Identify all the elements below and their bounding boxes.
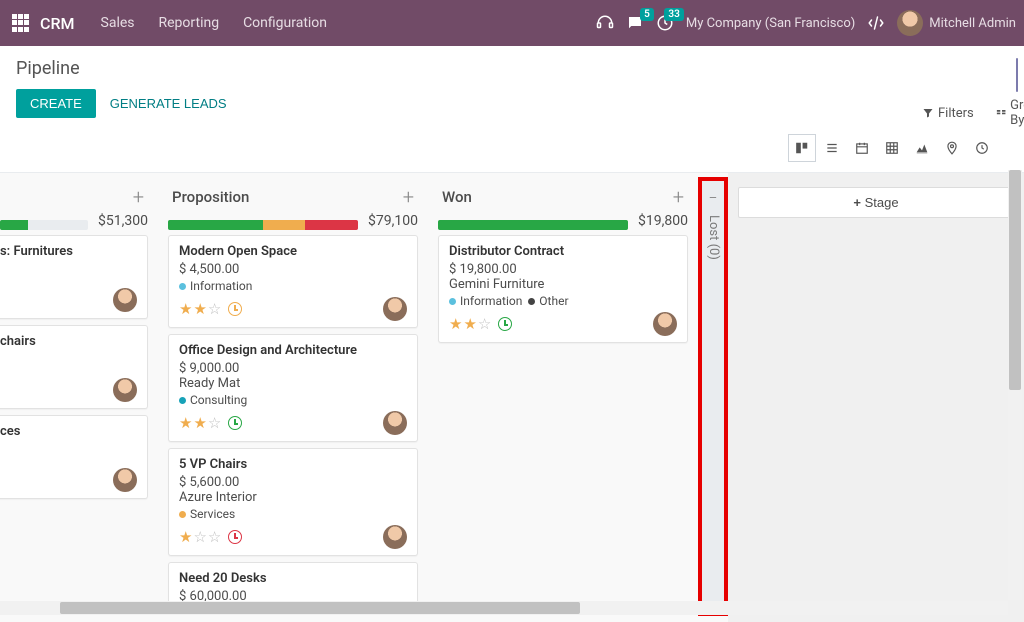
messages-icon[interactable]: 5 — [626, 14, 644, 32]
create-button[interactable]: CREATE — [16, 89, 96, 118]
nav-configuration[interactable]: Configuration — [231, 15, 339, 31]
avatar — [383, 525, 407, 549]
progress-bar — [438, 220, 628, 230]
navbar: CRM Sales Reporting Configuration 5 33 M… — [0, 0, 1024, 46]
kanban-column: + $51,300 s: Furnitures chairs ces — [0, 173, 158, 622]
kanban-card[interactable]: Office Design and Architecture $ 9,000.00… — [168, 334, 418, 442]
view-map[interactable] — [938, 134, 966, 162]
card-company: Gemini Furniture — [449, 277, 677, 292]
card-amount: $ 19,800.00 — [449, 262, 677, 277]
app-brand[interactable]: CRM — [40, 14, 75, 33]
collapsed-label: Lost (0) — [706, 215, 721, 260]
card-title: 5 VP Chairs — [179, 457, 407, 472]
apps-icon[interactable] — [12, 14, 30, 32]
view-kanban[interactable] — [788, 134, 816, 162]
tag-row: Services — [179, 507, 407, 521]
expand-icon: – — [709, 191, 718, 206]
avatar — [383, 297, 407, 321]
view-activity[interactable] — [968, 134, 996, 162]
plus-icon: + — [853, 195, 861, 210]
card-title: ces — [0, 424, 137, 439]
generate-leads-button[interactable]: GENERATE LEADS — [96, 89, 241, 118]
filters-menu[interactable]: Filters — [922, 98, 974, 128]
card-amount: $ 5,600.00 — [179, 475, 407, 490]
column-total: $51,300 — [98, 213, 148, 229]
collapsed-column-lost[interactable]: – Lost (0) — [698, 177, 728, 616]
messages-badge: 5 — [640, 8, 654, 21]
search-facet[interactable]: My Pipeline × — [1016, 58, 1018, 92]
debug-icon[interactable] — [867, 14, 885, 32]
progress-bar — [168, 220, 358, 230]
nav-sales[interactable]: Sales — [89, 15, 147, 31]
card-title: chairs — [0, 334, 137, 349]
card-title: Distributor Contract — [449, 244, 677, 259]
kanban-column: Proposition+ $79,100 Modern Open Space $ 4,… — [158, 173, 428, 622]
kanban-card[interactable]: s: Furnitures — [0, 235, 148, 319]
avatar — [113, 288, 137, 312]
column-title[interactable]: Won — [442, 188, 673, 206]
voip-icon[interactable] — [596, 14, 614, 32]
view-switcher — [788, 134, 1008, 162]
card-company: Ready Mat — [179, 376, 407, 391]
activity-clock-icon[interactable] — [228, 530, 242, 544]
user-menu[interactable]: Mitchell Admin — [897, 10, 1016, 36]
groupby-menu[interactable]: Group By — [996, 98, 1024, 128]
user-name: Mitchell Admin — [929, 16, 1016, 31]
tag-row: Consulting — [179, 393, 407, 407]
priority-stars[interactable]: ★★☆ — [449, 315, 492, 333]
activities-badge: 33 — [664, 8, 683, 21]
tag-row: Information Other — [449, 294, 677, 308]
quick-add-icon[interactable]: + — [673, 185, 684, 209]
card-title: Office Design and Architecture — [179, 343, 407, 358]
kanban-card[interactable]: chairs — [0, 325, 148, 409]
priority-stars[interactable]: ★☆☆ — [179, 528, 222, 546]
control-panel: Pipeline My Pipeline × CREATE GENERATE L… — [0, 46, 1024, 173]
kanban-column: Won+ $19,800 Distributor Contract $ 19,800.… — [428, 173, 698, 622]
vertical-scrollbar[interactable] — [1008, 170, 1022, 600]
card-title: s: Furnitures — [0, 244, 137, 259]
activity-clock-icon[interactable] — [498, 317, 512, 331]
page-title: Pipeline — [16, 58, 80, 79]
avatar — [383, 411, 407, 435]
quick-add-icon[interactable]: + — [403, 185, 414, 209]
avatar — [113, 468, 137, 492]
card-title: Modern Open Space — [179, 244, 407, 259]
tag-row: Information — [179, 279, 407, 293]
progress-bar — [0, 220, 88, 230]
card-company: Azure Interior — [179, 490, 407, 505]
avatar — [653, 312, 677, 336]
add-stage-column: + Stage — [728, 173, 1024, 622]
view-calendar[interactable] — [848, 134, 876, 162]
card-amount: $ 4,500.00 — [179, 262, 407, 277]
kanban-card[interactable]: 5 VP Chairs $ 5,600.00Azure Interior Servi… — [168, 448, 418, 556]
column-total: $79,100 — [368, 213, 418, 229]
quick-add-icon[interactable]: + — [133, 185, 144, 209]
kanban-card[interactable]: Modern Open Space $ 4,500.00 Information ★★… — [168, 235, 418, 328]
activity-clock-icon[interactable] — [228, 416, 242, 430]
card-amount: $ 9,000.00 — [179, 361, 407, 376]
avatar — [113, 378, 137, 402]
view-graph[interactable] — [908, 134, 936, 162]
kanban-card[interactable]: Distributor Contract $ 19,800.00Gemini Fu… — [438, 235, 688, 343]
add-stage-button[interactable]: + Stage — [738, 187, 1014, 218]
company-switcher[interactable]: My Company (San Francisco) — [686, 16, 855, 31]
priority-stars[interactable]: ★★☆ — [179, 414, 222, 432]
activity-clock-icon[interactable] — [228, 302, 242, 316]
nav-reporting[interactable]: Reporting — [147, 15, 232, 31]
horizontal-scrollbar[interactable] — [0, 601, 1008, 615]
column-title[interactable]: Proposition — [172, 188, 403, 206]
priority-stars[interactable]: ★★☆ — [179, 300, 222, 318]
kanban-board: + $51,300 s: Furnitures chairs ces Propositio… — [0, 173, 1024, 622]
avatar — [897, 10, 923, 36]
view-list[interactable] — [818, 134, 846, 162]
activities-icon[interactable]: 33 — [656, 14, 674, 32]
view-pivot[interactable] — [878, 134, 906, 162]
kanban-card[interactable]: ces — [0, 415, 148, 499]
card-title: Need 20 Desks — [179, 571, 407, 586]
filter-icon — [1017, 67, 1018, 83]
column-total: $19,800 — [638, 213, 688, 229]
